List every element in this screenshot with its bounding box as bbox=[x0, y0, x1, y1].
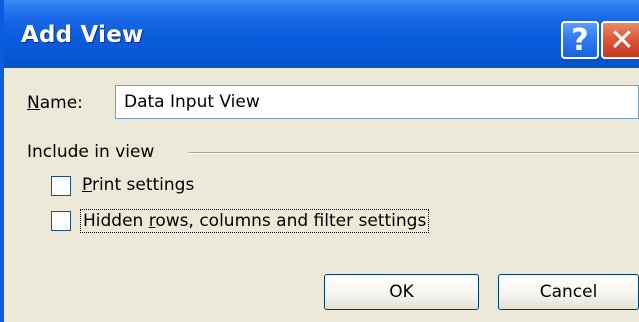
hidden-rows-checkbox[interactable] bbox=[51, 211, 71, 231]
title-bar[interactable]: Add View ? ✕ bbox=[4, 0, 639, 68]
ok-button[interactable]: OK bbox=[324, 274, 479, 310]
hidden-rows-text-before: Hidden bbox=[83, 211, 149, 231]
name-input[interactable]: Data Input View bbox=[115, 85, 639, 119]
add-view-dialog: Add View ? ✕ Name: Data Input View Inclu… bbox=[0, 0, 639, 322]
name-label: Name: bbox=[27, 93, 83, 113]
hidden-rows-text-rest: ows, columns and filter settings bbox=[155, 211, 427, 231]
group-divider bbox=[188, 152, 639, 154]
cancel-button[interactable]: Cancel bbox=[498, 274, 639, 310]
print-settings-text: rint settings bbox=[91, 175, 195, 195]
include-in-view-label: Include in view bbox=[27, 142, 155, 162]
name-label-text: ame: bbox=[39, 93, 83, 113]
hidden-rows-label[interactable]: Hidden rows, columns and filter settings bbox=[80, 209, 430, 233]
print-settings-accelerator: P bbox=[82, 175, 92, 195]
name-label-accelerator: N bbox=[27, 93, 40, 113]
print-settings-checkbox[interactable] bbox=[51, 176, 71, 196]
help-button[interactable]: ? bbox=[561, 21, 599, 59]
close-button[interactable]: ✕ bbox=[601, 21, 639, 59]
dialog-title: Add View bbox=[21, 22, 144, 48]
close-icon: ✕ bbox=[609, 22, 635, 58]
print-settings-label[interactable]: Print settings bbox=[82, 175, 194, 195]
question-mark-icon: ? bbox=[571, 22, 589, 58]
